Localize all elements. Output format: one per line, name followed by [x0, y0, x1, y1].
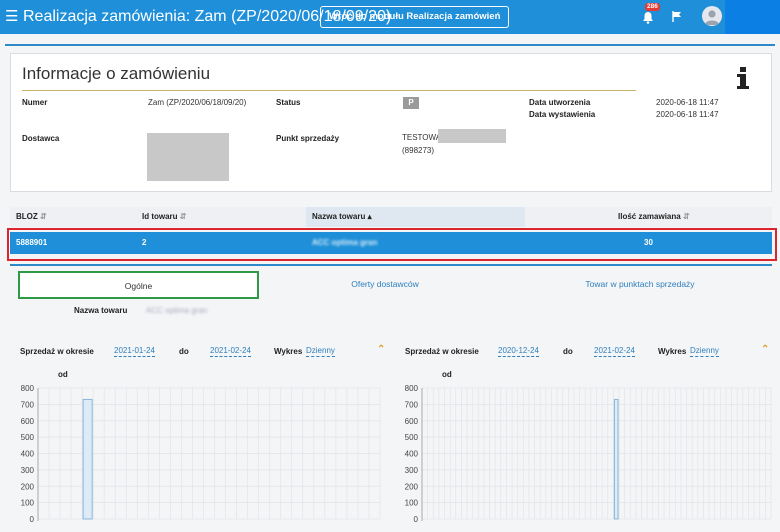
right-period-label: Sprzedaż w okresie — [405, 347, 479, 356]
left-chart-mode-select[interactable]: Dzienny — [306, 346, 335, 357]
chart-bar — [82, 398, 93, 520]
numer-value: Zam (ZP/2020/06/18/09/20) — [148, 98, 247, 107]
supplier-label: Dostawca — [22, 134, 60, 143]
tab-supplier-offers[interactable]: Oferty dostawców — [290, 271, 480, 299]
issued-value: 2020-06-18 11:47 — [656, 110, 719, 119]
back-to-module-button[interactable]: Wróć do modułu Realizacja zamówień — [320, 6, 510, 28]
order-info-card: Informacje o zamówieniu Numer Zam (ZP/20… — [10, 53, 772, 192]
col-bloz[interactable]: BLOZ ⇵ — [10, 207, 136, 227]
product-name-value: ACC optima gran — [146, 306, 208, 315]
y-tick-label: 600 — [21, 417, 35, 426]
y-tick-label: 300 — [405, 466, 419, 475]
sort-asc-icon: ▴ — [367, 212, 372, 221]
y-tick-label: 700 — [21, 400, 35, 409]
right-chart-label: Wykres — [658, 347, 687, 356]
y-tick-label: 400 — [21, 450, 35, 459]
header-divider — [5, 44, 775, 46]
product-name-label: Nazwa towaru — [74, 306, 128, 315]
col-name[interactable]: Nazwa towaru ▴ — [306, 207, 525, 227]
left-period-label: Sprzedaż w okresie — [20, 347, 94, 356]
items-table-header: BLOZ ⇵ Id towaru ⇵ Nazwa towaru ▴ Ilość … — [10, 207, 772, 227]
tab-general[interactable]: Ogólne — [18, 271, 259, 299]
info-icon[interactable] — [737, 67, 749, 89]
numer-label: Numer — [22, 98, 48, 107]
user-avatar-icon[interactable] — [702, 6, 722, 26]
chart-bar — [613, 398, 619, 520]
top-bar: ☰ Realizacja zamówienia: Zam (ZP/2020/06… — [0, 0, 780, 34]
supplier-redacted — [147, 133, 229, 181]
right-chart-mode-select[interactable]: Dzienny — [690, 346, 719, 357]
left-from-date[interactable]: 2021-01-24 — [114, 346, 155, 357]
right-from-date[interactable]: 2020-12-24 — [498, 346, 539, 357]
pos-value-line1: TESTOWA — [402, 133, 442, 142]
y-tick-label: 100 — [405, 499, 419, 508]
selection-highlight-box — [7, 228, 777, 261]
y-tick-label: 500 — [21, 433, 35, 442]
notifications-badge: 286 — [645, 3, 660, 11]
col-id[interactable]: Id towaru ⇵ — [136, 207, 306, 227]
status-badge: P — [403, 97, 419, 109]
chart-legend-label: od — [442, 370, 452, 379]
hamburger-menu-icon[interactable]: ☰ — [5, 8, 18, 26]
chart-legend-label: od — [58, 370, 68, 379]
left-to-date[interactable]: 2021-02-24 — [210, 346, 251, 357]
right-to-label: do — [563, 347, 573, 356]
sort-icon: ⇵ — [40, 212, 47, 221]
y-tick-label: 600 — [405, 417, 419, 426]
sales-chart-left-svg: od 0 100 200 300 400 500 600 700 800 — [21, 370, 381, 524]
table-divider — [10, 264, 772, 266]
order-info-title: Informacje o zamówieniu — [22, 64, 211, 83]
left-collapse-chevron-icon[interactable]: ⌃ — [377, 344, 385, 355]
y-tick-label: 200 — [21, 482, 35, 491]
y-tick-label: 800 — [405, 384, 419, 393]
app-root: ☰ Realizacja zamówienia: Zam (ZP/2020/06… — [0, 0, 780, 532]
sales-chart-right-svg: od 0 100 200 300 400 500 600 700 800 — [405, 370, 772, 524]
sort-icon: ⇵ — [179, 212, 187, 221]
left-chart-label: Wykres — [274, 347, 303, 356]
y-tick-label: 800 — [21, 384, 35, 393]
user-menu-box[interactable] — [725, 0, 780, 34]
right-to-date[interactable]: 2021-02-24 — [594, 346, 635, 357]
y-tick-label: 300 — [21, 466, 35, 475]
y-tick-label: 100 — [21, 499, 35, 508]
sales-chart-left: od 0 100 200 300 400 500 600 700 800 — [0, 366, 390, 532]
y-tick-label: 500 — [405, 433, 419, 442]
y-tick-label: 0 — [30, 515, 35, 524]
created-value: 2020-06-18 11:47 — [656, 98, 719, 107]
issued-label: Data wystawienia — [529, 110, 596, 119]
right-collapse-chevron-icon[interactable]: ⌃ — [761, 344, 769, 355]
y-tick-label: 700 — [405, 400, 419, 409]
pos-redacted — [438, 129, 506, 143]
y-tick-label: 200 — [405, 482, 419, 491]
left-to-label: do — [179, 347, 189, 356]
title-underline — [22, 90, 636, 91]
pos-label: Punkt sprzedaży — [276, 134, 340, 143]
flag-icon[interactable] — [672, 11, 682, 22]
created-label: Data utworzenia — [529, 98, 591, 107]
bell-icon[interactable] — [642, 11, 654, 24]
tab-points-of-sale[interactable]: Towar w punktach sprzedaży — [530, 271, 750, 299]
col-qty[interactable]: Ilość zamawiana ⇵ — [612, 207, 772, 227]
pos-value-line2: (898273) — [402, 146, 435, 155]
y-tick-label: 0 — [414, 515, 419, 524]
y-tick-label: 400 — [405, 450, 419, 459]
sales-chart-right: od 0 100 200 300 400 500 600 700 800 — [390, 366, 780, 532]
status-label: Status — [276, 98, 301, 107]
sort-icon: ⇵ — [682, 212, 690, 221]
